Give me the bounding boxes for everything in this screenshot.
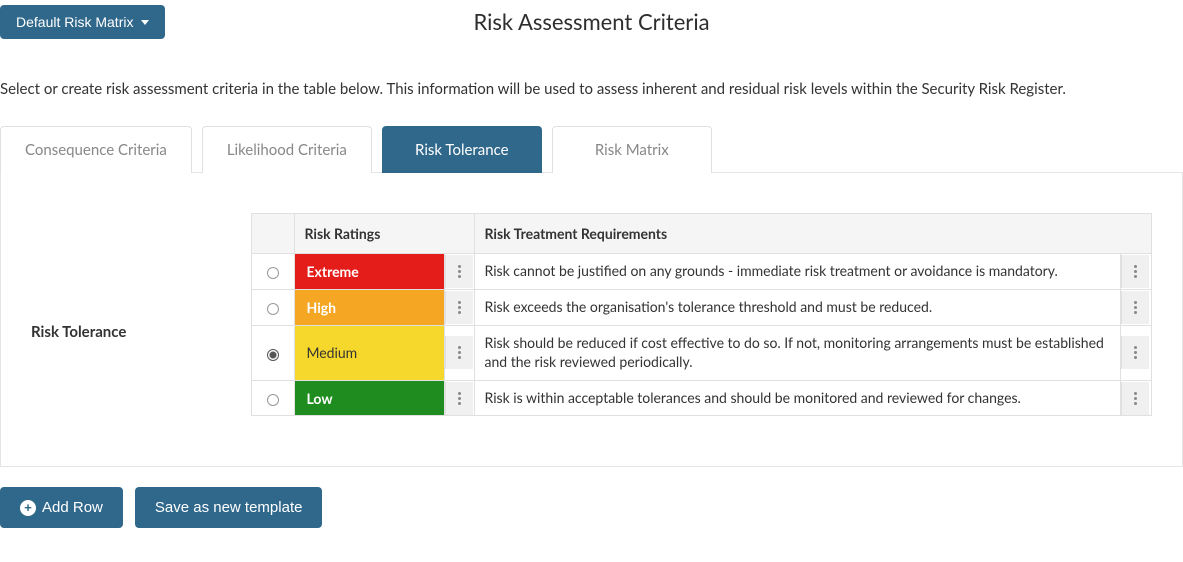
tab-risk-tolerance[interactable]: Risk Tolerance bbox=[382, 126, 542, 173]
tab-consequence-criteria[interactable]: Consequence Criteria bbox=[0, 126, 192, 173]
table-row: Medium Risk should be reduced if cost eff… bbox=[252, 325, 1151, 380]
row-select-radio[interactable] bbox=[267, 303, 279, 315]
table-row: High Risk exceeds the organisation's tole… bbox=[252, 289, 1151, 325]
rating-cell: Low bbox=[294, 380, 444, 416]
tab-likelihood-criteria[interactable]: Likelihood Criteria bbox=[202, 126, 372, 173]
requirement-menu-button[interactable] bbox=[1121, 336, 1149, 369]
row-select-radio[interactable] bbox=[267, 394, 279, 406]
table-row: Low Risk is within acceptable tolerances … bbox=[252, 380, 1151, 416]
add-row-button[interactable]: + Add Row bbox=[0, 487, 123, 528]
row-select-radio[interactable] bbox=[267, 267, 279, 279]
plus-circle-icon: + bbox=[20, 500, 36, 516]
caret-down-icon bbox=[141, 20, 149, 25]
add-row-label: Add Row bbox=[42, 499, 103, 516]
rating-cell: Medium bbox=[294, 325, 444, 380]
row-select-cell[interactable] bbox=[252, 289, 294, 325]
requirement-menu-button[interactable] bbox=[1121, 255, 1149, 288]
table-header-row: Risk Ratings Risk Treatment Requirements bbox=[252, 214, 1151, 254]
rating-menu-button[interactable] bbox=[445, 255, 473, 288]
intro-text: Select or create risk assessment criteri… bbox=[0, 80, 1183, 98]
tab-risk-matrix[interactable]: Risk Matrix bbox=[552, 126, 712, 173]
ratings-table: Risk Ratings Risk Treatment Requirements… bbox=[251, 213, 1152, 416]
tabs: Consequence Criteria Likelihood Criteria… bbox=[0, 126, 1183, 173]
page-title: Risk Assessment Criteria bbox=[0, 5, 1183, 35]
matrix-dropdown-label: Default Risk Matrix bbox=[16, 14, 133, 30]
row-select-cell[interactable] bbox=[252, 380, 294, 416]
requirement-cell: Risk cannot be justified on any grounds … bbox=[474, 254, 1121, 290]
requirement-menu-button[interactable] bbox=[1121, 382, 1149, 415]
panel-risk-tolerance: Risk Tolerance Risk Ratings Risk Treatme… bbox=[0, 172, 1183, 467]
rating-cell: Extreme bbox=[294, 254, 444, 290]
matrix-dropdown[interactable]: Default Risk Matrix bbox=[0, 5, 165, 39]
rating-menu-button[interactable] bbox=[445, 336, 473, 369]
requirement-cell: Risk exceeds the organisation's toleranc… bbox=[474, 289, 1121, 325]
col-header-select bbox=[252, 214, 294, 254]
rating-cell: High bbox=[294, 289, 444, 325]
side-label: Risk Tolerance bbox=[31, 213, 251, 341]
save-template-label: Save as new template bbox=[155, 499, 303, 516]
requirement-cell: Risk is within acceptable tolerances and… bbox=[474, 380, 1121, 416]
requirement-menu-button[interactable] bbox=[1121, 291, 1149, 324]
rating-menu-button[interactable] bbox=[445, 291, 473, 324]
row-select-cell[interactable] bbox=[252, 325, 294, 380]
row-select-cell[interactable] bbox=[252, 254, 294, 290]
col-header-requirements: Risk Treatment Requirements bbox=[474, 214, 1151, 254]
col-header-ratings: Risk Ratings bbox=[294, 214, 474, 254]
row-select-radio[interactable] bbox=[267, 349, 279, 361]
table-row: Extreme Risk cannot be justified on any g… bbox=[252, 254, 1151, 290]
requirement-cell: Risk should be reduced if cost effective… bbox=[474, 325, 1121, 380]
rating-menu-button[interactable] bbox=[445, 382, 473, 415]
save-template-button[interactable]: Save as new template bbox=[135, 487, 323, 528]
